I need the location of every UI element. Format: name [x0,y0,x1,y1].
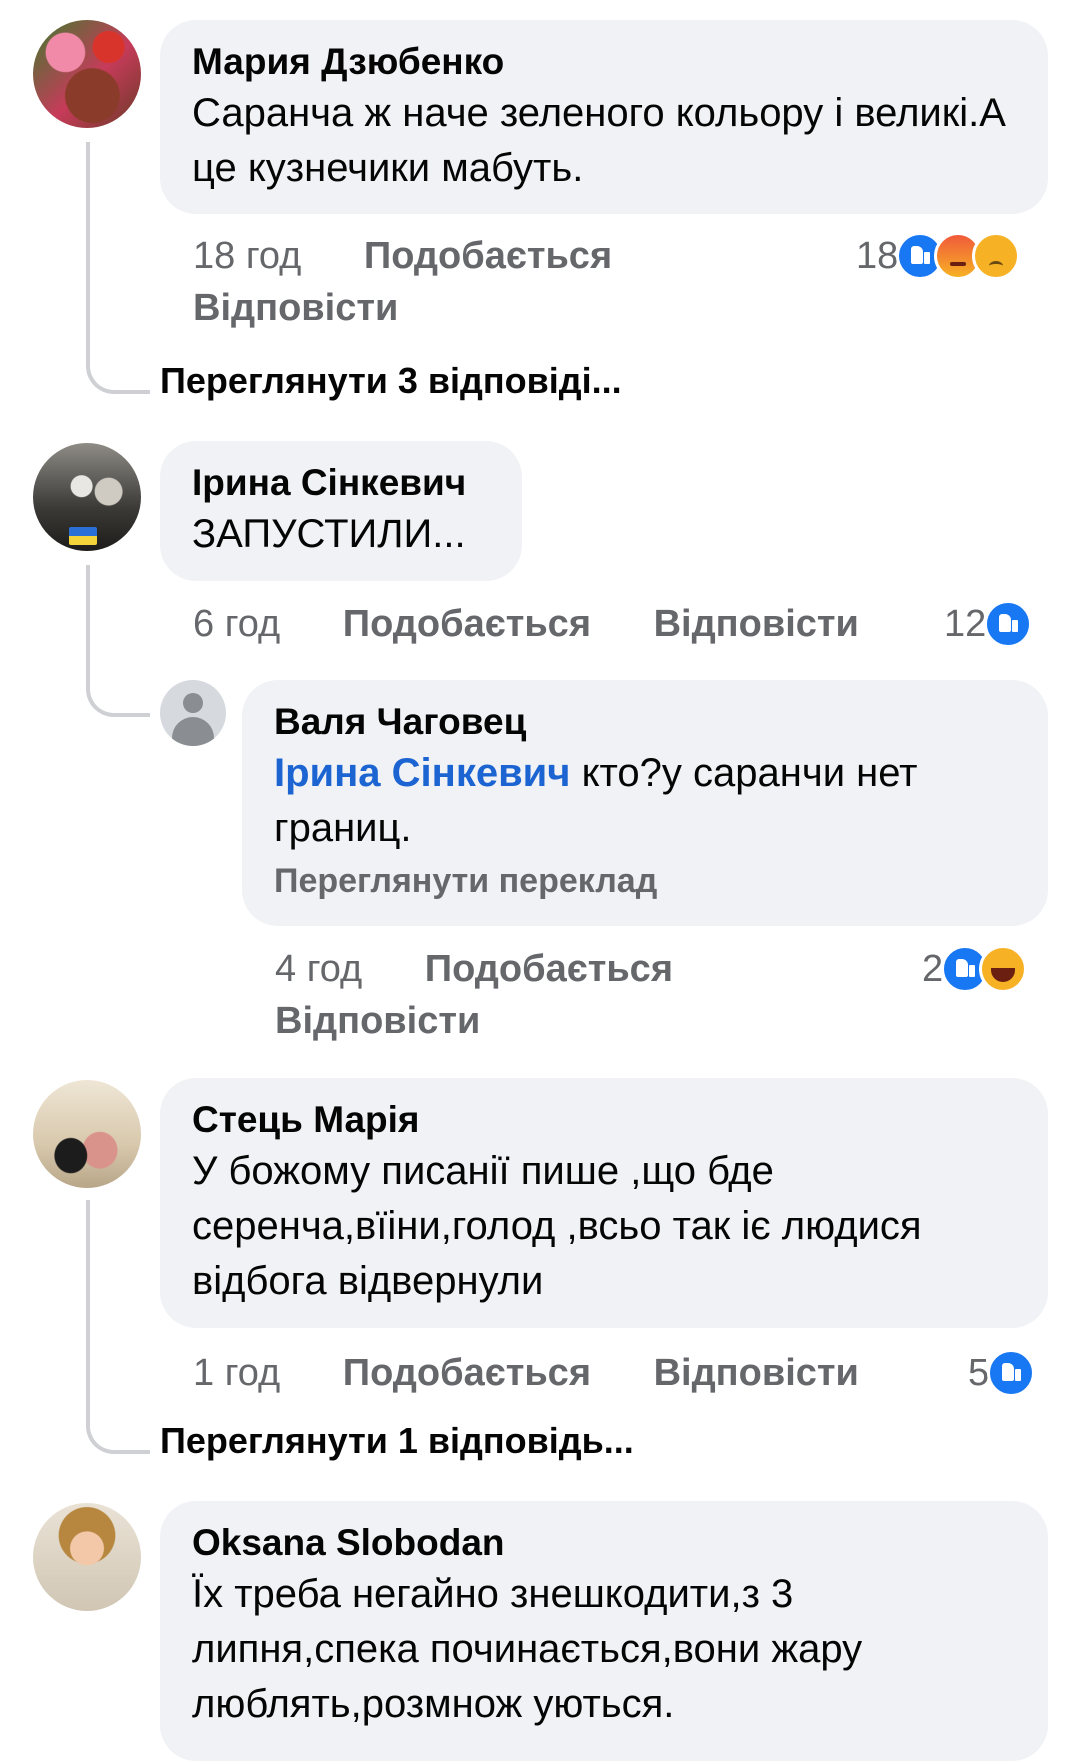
comment-bubble: Ірина Сінкевич ЗАПУСТИЛИ... [160,441,522,581]
comment-text: Саранча ж наче зеленого кольору і великі… [192,91,1006,190]
reply-bubble: Валя Чаговец Ірина Сінкевич кто?у саранч… [242,680,1048,926]
comment-actions: 6 год Подобається Відповісти [193,598,913,650]
like-icon [984,600,1033,648]
like-button[interactable]: Подобається [425,948,673,990]
flag-icon [69,527,97,545]
sad-icon [972,232,1021,280]
comment-bubble: Стець Марія У божому писанії пише ,що бд… [160,1078,1048,1328]
avatar[interactable] [33,1503,141,1611]
reactions-summary[interactable]: 12 [944,600,1033,648]
comment-time[interactable]: 4 год [275,948,362,990]
comment-bubble: Мария Дзюбенко Саранча ж наче зеленого к… [160,20,1048,214]
comment-time[interactable]: 6 год [193,603,280,645]
reply-text: Ірина Сінкевич кто?у саранчи нет границ. [274,751,918,850]
reactions-count: 18 [856,234,899,277]
see-translation-link[interactable]: Переглянути переклад [274,856,1016,906]
reactions-count: 5 [968,1351,990,1394]
avatar[interactable] [33,1080,141,1188]
comment-bubble: Oksana Slobodan Їх треба негайно знешкод… [160,1501,1048,1761]
comment-author[interactable]: Oksana Slobodan [192,1519,1016,1567]
reply-author[interactable]: Валя Чаговец [274,698,1016,746]
reactions-summary[interactable]: 2 [922,945,1028,993]
comment-author[interactable]: Ірина Сінкевич [192,459,490,507]
comment-actions: 1 год Подобається Відповісти [193,1347,913,1399]
view-replies-link[interactable]: Переглянути 1 відповідь... [160,1416,634,1466]
thread-line [86,142,150,394]
reactions-count: 12 [944,602,987,645]
thread-line [86,565,150,717]
comment-author[interactable]: Стець Марія [192,1096,1016,1144]
haha-icon [979,945,1028,993]
comment-text: У божому писанії пише ,що бде серенча,вї… [192,1149,922,1303]
like-button[interactable]: Подобається [343,1352,591,1394]
reply-button[interactable]: Відповісти [654,603,859,645]
reply-button[interactable]: Відповісти [275,1000,480,1042]
view-replies-link[interactable]: Переглянути 3 відповіді... [160,356,622,406]
like-icon [987,1349,1036,1397]
comment-text: ЗАПУСТИЛИ... [192,512,466,556]
avatar[interactable] [160,680,226,746]
comment-time[interactable]: 18 год [193,235,301,277]
reply-actions: 4 год Подобається Відповісти [275,943,835,1047]
reply-button[interactable]: Відповісти [654,1352,859,1394]
avatar[interactable] [33,20,141,128]
comment-time[interactable]: 1 год [193,1352,280,1394]
comment-actions: 18 год Подобається Відповісти [193,230,813,334]
reactions-summary[interactable]: 5 [968,1349,1036,1397]
avatar[interactable] [33,443,141,551]
comment-text: Їх треба негайно знешкодити,з 3 липня,сп… [192,1572,863,1726]
reactions-count: 2 [922,947,944,990]
reactions-summary[interactable]: 18 [856,232,1021,280]
comment-author[interactable]: Мария Дзюбенко [192,38,1016,86]
reply-button[interactable]: Відповісти [193,287,398,329]
like-button[interactable]: Подобається [343,603,591,645]
mention-link[interactable]: Ірина Сінкевич [274,751,570,795]
like-button[interactable]: Подобається [364,235,612,277]
thread-line [86,1200,150,1454]
